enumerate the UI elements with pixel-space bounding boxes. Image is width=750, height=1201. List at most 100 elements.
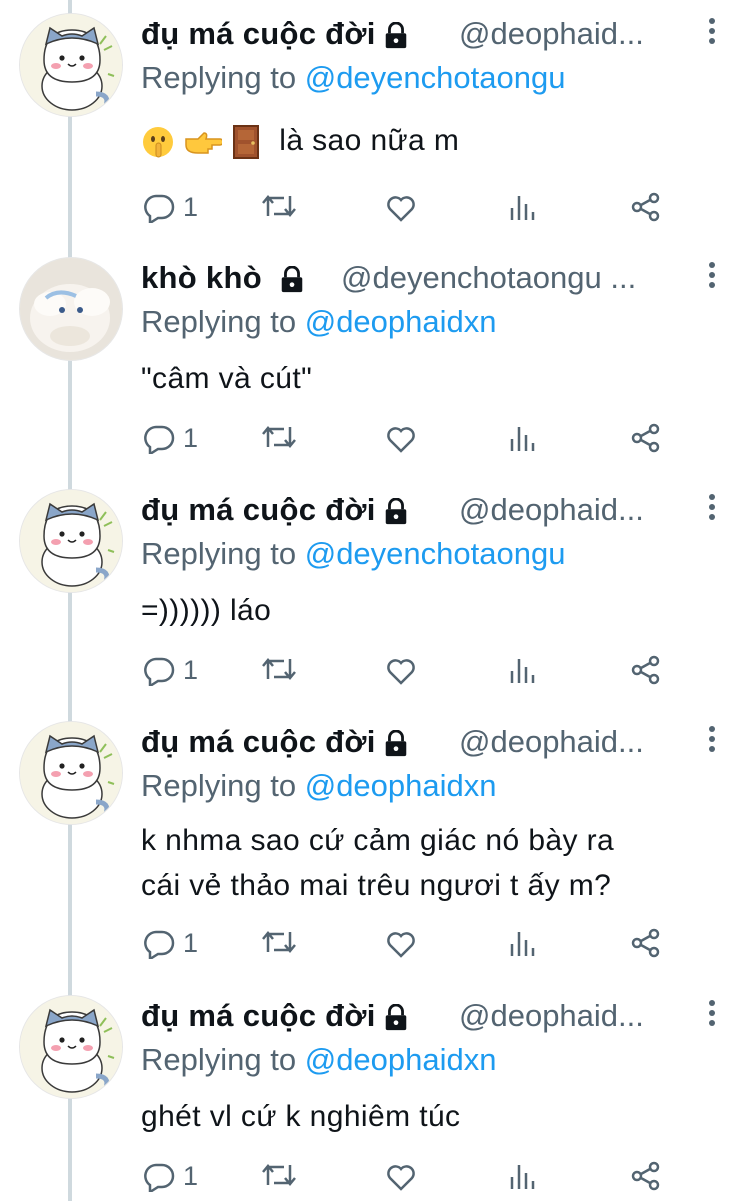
tweet-text-line: k nhma sao cứ cảm giác nó bày ra (141, 824, 615, 857)
share-icon (631, 655, 660, 685)
avatar[interactable] (20, 14, 122, 116)
lock-icon (382, 1004, 410, 1032)
tweet-actions: 1 (141, 1161, 750, 1201)
replying-to-link[interactable]: @deophaidxn (305, 768, 497, 803)
replying-to: Replying to @deyenchotaongu (141, 536, 750, 576)
replying-to-link[interactable]: @deyenchotaongu (305, 536, 566, 571)
tweet-content: đụ má cuộc đời @deophaid... Replying to … (141, 722, 750, 968)
more-icon[interactable] (708, 262, 716, 292)
lock-icon (382, 22, 410, 50)
like-icon (387, 196, 415, 222)
more-icon[interactable] (708, 494, 716, 524)
retweet-button[interactable] (260, 423, 298, 451)
tweet-actions: 1 (141, 928, 750, 968)
display-name[interactable]: đụ má cuộc đời (141, 16, 410, 52)
user-handle[interactable]: @deophaid... (459, 724, 644, 760)
more-icon[interactable] (708, 726, 716, 756)
display-name[interactable]: đụ má cuộc đời (141, 492, 410, 528)
user-handle[interactable]: @deophaid... (459, 16, 644, 52)
views-button[interactable] (509, 928, 537, 958)
share-icon (631, 928, 660, 958)
share-button[interactable] (631, 928, 661, 958)
tweet-text: =)))))) láo (141, 594, 272, 627)
display-name[interactable]: đụ má cuộc đời (141, 724, 410, 760)
replying-to-link[interactable]: @deophaidxn (305, 1042, 497, 1077)
user-handle[interactable]: @deyenchotaongu ... (341, 260, 636, 296)
tweet-actions: 1 (141, 192, 750, 232)
like-button[interactable] (385, 192, 417, 222)
reply-button[interactable]: 1 (143, 1161, 198, 1192)
tweet-text: ghét vl cứ k nghiêm túc (141, 1100, 461, 1133)
tweet-actions: 1 (141, 423, 750, 463)
like-button[interactable] (385, 655, 417, 685)
like-icon (387, 659, 415, 685)
views-button[interactable] (509, 1161, 537, 1191)
reply-button[interactable]: 1 (143, 655, 198, 686)
reply-button[interactable]: 1 (143, 928, 198, 959)
retweet-button[interactable] (260, 192, 298, 220)
views-icon (510, 932, 535, 956)
user-handle[interactable]: @deophaid... (459, 998, 644, 1034)
views-button[interactable] (509, 655, 537, 685)
retweet-button[interactable] (260, 655, 298, 683)
reply-count: 1 (183, 423, 199, 453)
like-icon (387, 932, 415, 958)
more-icon[interactable] (708, 18, 716, 48)
like-button[interactable] (385, 423, 417, 453)
tweet-text-body: là sao nữa m (279, 124, 460, 157)
share-button[interactable] (631, 192, 661, 222)
share-icon (631, 423, 660, 453)
pointing-right-emoji (185, 132, 222, 154)
reply-button[interactable]: 1 (143, 423, 198, 454)
share-icon (631, 1161, 660, 1191)
reply-button[interactable]: 1 (143, 192, 198, 223)
avatar[interactable] (20, 490, 122, 592)
tweet-header: đụ má cuộc đời @deophaid... (141, 14, 750, 58)
display-name[interactable]: khò khò (141, 260, 306, 296)
replying-prefix: Replying to (141, 536, 297, 571)
tweet-text-line: cái vẻ thảo mai trêu ngươi t ấy m? (141, 869, 612, 902)
retweet-icon (262, 195, 296, 217)
share-button[interactable] (631, 423, 661, 453)
replying-to-link[interactable]: @deophaidxn (305, 304, 497, 339)
cat-avatar-icon (20, 14, 122, 116)
views-icon (510, 1165, 535, 1189)
views-icon (510, 659, 535, 683)
replying-to: Replying to @deyenchotaongu (141, 60, 750, 100)
user-handle[interactable]: @deophaid... (459, 492, 644, 528)
tweet-header: đụ má cuộc đời @deophaid... (141, 722, 750, 766)
reply-count: 1 (183, 192, 199, 222)
tweet-text: là sao nữa m (141, 118, 750, 172)
like-button[interactable] (385, 1161, 417, 1191)
share-button[interactable] (631, 655, 661, 685)
replying-to: Replying to @deophaidxn (141, 768, 750, 808)
display-name[interactable]: đụ má cuộc đời (141, 998, 410, 1034)
retweet-icon (262, 658, 296, 680)
cat-avatar-icon (20, 996, 122, 1098)
share-icon (631, 192, 660, 222)
retweet-button[interactable] (260, 1161, 298, 1189)
retweet-button[interactable] (260, 928, 298, 956)
tweet-content: đụ má cuộc đời @deophaid... Replying to … (141, 996, 750, 1201)
reply-icon (144, 425, 175, 454)
replying-to-link[interactable]: @deyenchotaongu (305, 60, 566, 95)
share-button[interactable] (631, 1161, 661, 1191)
tweet-content: khò khò @deyenchotaongu ... Replying to … (141, 258, 750, 463)
views-button[interactable] (509, 423, 537, 453)
views-icon (510, 427, 535, 451)
retweet-icon (262, 1164, 296, 1186)
avatar[interactable] (20, 722, 122, 824)
replying-prefix: Replying to (141, 60, 297, 95)
cat-avatar-icon (20, 490, 122, 592)
retweet-icon (262, 931, 296, 953)
tweet-header: đụ má cuộc đời @deophaid... (141, 996, 750, 1040)
like-button[interactable] (385, 928, 417, 958)
avatar[interactable] (20, 258, 122, 360)
tweet-text: "câm và cút" (141, 362, 313, 395)
avatar[interactable] (20, 996, 122, 1098)
reply-icon (144, 1163, 175, 1192)
views-button[interactable] (509, 192, 537, 222)
replying-prefix: Replying to (141, 304, 297, 339)
tweet-content: đụ má cuộc đời @deophaid... Replying to … (141, 490, 750, 695)
more-icon[interactable] (708, 1000, 716, 1030)
